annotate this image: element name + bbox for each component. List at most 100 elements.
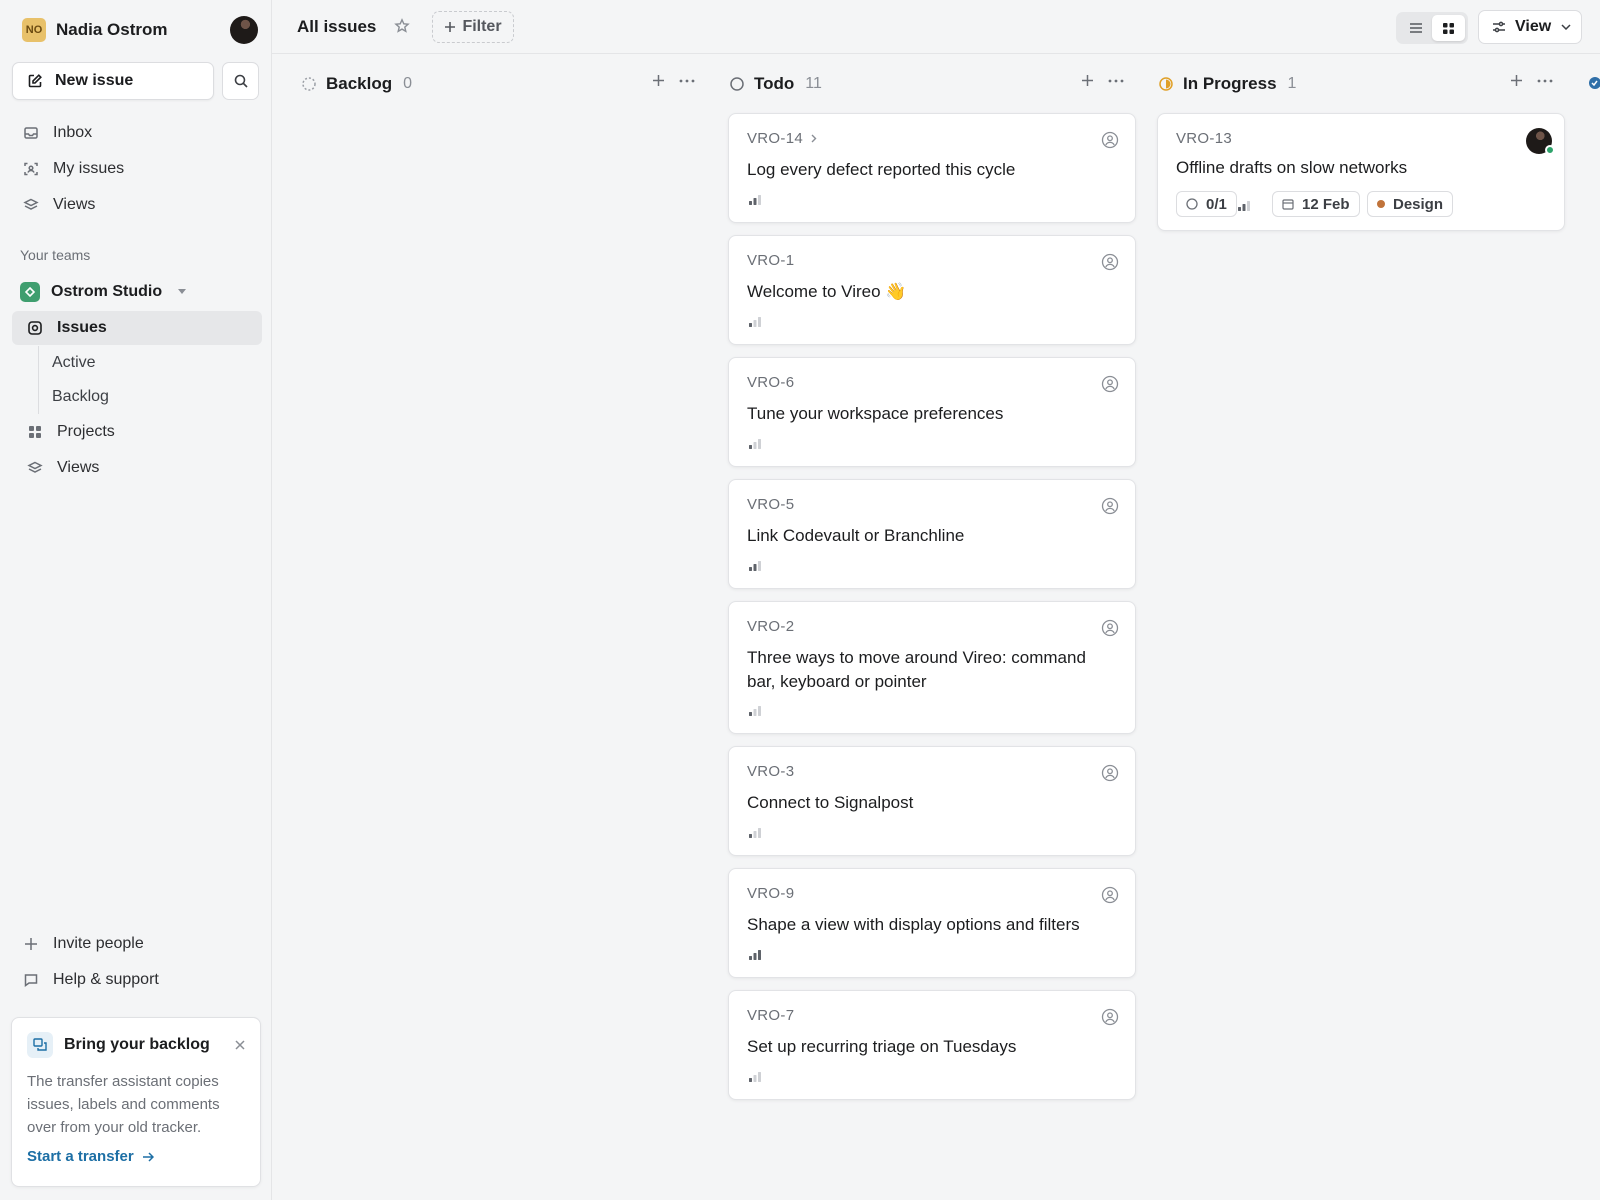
nav-my-issues[interactable]: My issues: [12, 152, 262, 186]
team-nav-active-label: Active: [52, 354, 96, 371]
search-button[interactable]: [222, 62, 259, 100]
nav-views[interactable]: Views: [12, 188, 262, 222]
more-icon[interactable]: [1108, 79, 1124, 83]
new-issue-button[interactable]: New issue: [12, 62, 214, 100]
column-actions-in-progress: [1510, 74, 1553, 87]
priority-icon[interactable]: [749, 192, 761, 210]
user-avatar[interactable]: [230, 16, 258, 44]
issue-card[interactable]: VRO-3 Connect to Signalpost: [728, 746, 1136, 856]
priority-icon[interactable]: [749, 703, 761, 721]
issue-id: VRO-2: [747, 618, 794, 635]
more-icon[interactable]: [1537, 79, 1553, 83]
issue-title: Link Codevault or Branchline: [747, 526, 965, 545]
column-title-backlog: Backlog: [326, 74, 393, 93]
issue-id-text: VRO-1: [747, 252, 795, 269]
team-nav-views[interactable]: Views: [12, 451, 262, 485]
team-nav-issues[interactable]: Issues: [12, 311, 262, 345]
column-actions-todo: [1081, 74, 1124, 87]
help-support[interactable]: Help & support: [12, 963, 262, 997]
team-ostrom-studio[interactable]: Ostrom Studio: [12, 275, 262, 309]
unassigned-avatar-icon[interactable]: [1101, 619, 1119, 642]
subissue-status-icon: [1186, 198, 1198, 210]
teams-section-label: Your teams: [20, 247, 91, 263]
list-layout-button[interactable]: [1399, 15, 1432, 41]
issue-id: VRO-9: [747, 885, 794, 902]
unassigned-avatar-icon[interactable]: [1101, 375, 1119, 398]
list-icon: [1409, 23, 1422, 33]
priority-icon[interactable]: [749, 314, 761, 332]
done-status-icon: [1589, 77, 1600, 89]
page-title: All issues: [297, 17, 377, 36]
label-color-dot: [1377, 200, 1385, 208]
due-date-chip[interactable]: 12 Feb: [1272, 191, 1360, 217]
issue-id-text: VRO-3: [747, 763, 795, 780]
priority-icon[interactable]: [1238, 198, 1250, 216]
inbox-icon: [22, 124, 40, 142]
team-nav-active[interactable]: Active: [38, 346, 248, 380]
start-transfer-label: Start a transfer: [27, 1148, 134, 1165]
workspace-switcher[interactable]: NO Nadia Ostrom: [22, 16, 167, 44]
issue-card[interactable]: VRO-2 Three ways to move around Vireo: c…: [728, 601, 1136, 734]
priority-icon[interactable]: [749, 947, 761, 965]
todo-status-icon: [730, 77, 744, 91]
invite-people[interactable]: Invite people: [12, 927, 262, 961]
more-icon[interactable]: [679, 79, 695, 83]
issue-title: Set up recurring triage on Tuesdays: [747, 1037, 1017, 1056]
column-title-todo: Todo: [754, 74, 795, 93]
new-issue-label: New issue: [55, 72, 134, 89]
issue-card[interactable]: VRO-6 Tune your workspace preferences: [728, 357, 1136, 467]
column-count-todo: 11: [805, 75, 822, 92]
issue-id: VRO-1: [747, 252, 794, 269]
issue-id: VRO-13: [1176, 130, 1232, 147]
nav-inbox[interactable]: Inbox: [12, 116, 262, 150]
issue-card[interactable]: VRO-7 Set up recurring triage on Tuesday…: [728, 990, 1136, 1100]
issue-id-text: VRO-2: [747, 618, 795, 635]
issue-card[interactable]: VRO-14 Log every defect reported this cy…: [728, 113, 1136, 223]
due-date: 12 Feb: [1302, 195, 1350, 213]
promo-text: The transfer assistant copies issues, la…: [27, 1073, 220, 1136]
unassigned-avatar-icon[interactable]: [1101, 131, 1119, 154]
board-icon: [1443, 22, 1454, 34]
transfer-icon: [27, 1032, 53, 1058]
label-chip[interactable]: Design: [1367, 191, 1454, 217]
sidebar: NO Nadia Ostrom New issue Inbox My issue…: [0, 0, 272, 1200]
unassigned-avatar-icon[interactable]: [1101, 1008, 1119, 1031]
unassigned-avatar-icon[interactable]: [1101, 764, 1119, 787]
priority-icon[interactable]: [749, 436, 761, 454]
issue-id: VRO-7: [747, 1007, 794, 1024]
subissue-progress: 0/1: [1206, 195, 1227, 213]
priority-icon[interactable]: [749, 1069, 761, 1087]
board-layout-button[interactable]: [1432, 15, 1465, 41]
view-label: View: [1515, 18, 1552, 35]
issue-card[interactable]: VRO-1 Welcome to Vireo 👋: [728, 235, 1136, 345]
team-nav-backlog[interactable]: Backlog: [38, 380, 248, 414]
issue-card[interactable]: VRO-13 Offline drafts on slow networks 0…: [1157, 113, 1565, 231]
invite-people-label: Invite people: [53, 935, 144, 952]
start-transfer-link[interactable]: Start a transfer: [27, 1148, 154, 1165]
view-options-button[interactable]: View: [1478, 10, 1582, 44]
unassigned-avatar-icon[interactable]: [1101, 253, 1119, 276]
chevron-right-icon: [811, 134, 817, 143]
add-issue-icon[interactable]: [1510, 74, 1523, 87]
priority-icon[interactable]: [749, 558, 761, 576]
issue-card[interactable]: VRO-5 Link Codevault or Branchline: [728, 479, 1136, 589]
online-status-dot: [1545, 145, 1555, 155]
star-icon[interactable]: [394, 18, 410, 39]
chevron-down-icon: [1561, 24, 1571, 30]
compose-icon: [28, 74, 42, 88]
unassigned-avatar-icon[interactable]: [1101, 886, 1119, 909]
add-issue-icon[interactable]: [652, 74, 665, 87]
add-issue-icon[interactable]: [1081, 74, 1094, 87]
filter-button[interactable]: Filter: [432, 11, 514, 43]
subissue-progress-chip[interactable]: 0/1: [1176, 191, 1237, 217]
issue-card[interactable]: VRO-9 Shape a view with display options …: [728, 868, 1136, 978]
team-nav-projects[interactable]: Projects: [12, 415, 262, 449]
close-icon[interactable]: [234, 1038, 246, 1056]
issue-title: Tune your workspace preferences: [747, 404, 1004, 423]
column-count-backlog: 0: [403, 75, 413, 92]
team-nav-issues-label: Issues: [57, 319, 107, 336]
unassigned-avatar-icon[interactable]: [1101, 497, 1119, 520]
column-title-in-progress: In Progress: [1183, 74, 1277, 93]
issue-title: Welcome to Vireo 👋: [747, 282, 907, 301]
priority-icon[interactable]: [749, 825, 761, 843]
